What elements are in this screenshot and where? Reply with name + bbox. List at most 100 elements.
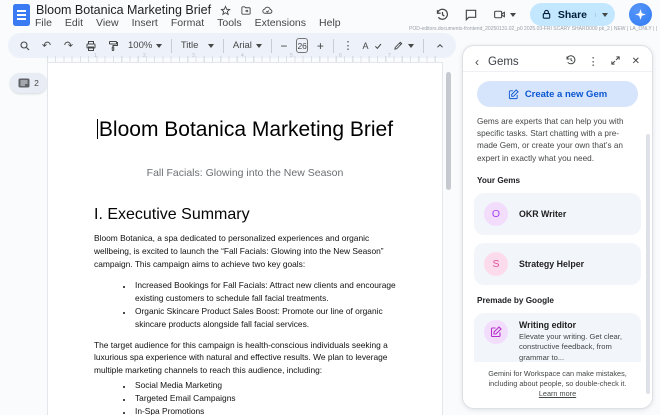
gems-panel-title: Gems [488,56,565,68]
menu-item-tools[interactable]: Tools [217,17,242,29]
gems-more-options-icon[interactable]: ⋮ [588,55,599,68]
increase-font-size-button[interactable]: + [317,40,324,52]
writing-editor-icon [484,320,508,344]
chevron-down-icon [408,44,414,48]
menu-item-help[interactable]: Help [319,17,341,29]
chevron-down-icon [156,44,162,48]
strategy-helper-avatar: S [484,252,508,276]
tab-count: 2 [34,78,39,88]
hide-menus-icon[interactable] [433,41,446,51]
search-icon[interactable] [18,40,31,52]
comment-icon[interactable] [464,8,478,22]
tabs-outline-button[interactable]: 2 [10,73,47,93]
google-docs-app: Bloom Botanica Marketing Brief File Edit… [0,0,660,415]
lock-icon [541,9,552,20]
channels-list: Social Media Marketing Targeted Email Ca… [94,379,396,415]
create-new-gem-button[interactable]: Create a new Gem [477,81,638,107]
font-family-select[interactable]: Arial [233,40,262,51]
more-toolbar-options-icon[interactable]: ⋮ [342,39,353,52]
document-scrollbar[interactable] [446,72,451,190]
gem-item-strategy-helper[interactable]: S Strategy Helper [474,243,641,285]
list-item: Increased Bookings for Fall Facials: Att… [133,279,396,305]
gem-item-okr-writer[interactable]: O OKR Writer [474,193,641,235]
chevron-down-icon [208,44,214,48]
gemini-disclaimer: Gemini for Workspace can make mistakes, … [463,362,652,408]
document-page[interactable]: Bloom Botanica Marketing Brief Fall Faci… [47,62,443,415]
video-call-icon[interactable] [492,8,516,21]
text-cursor [97,119,98,139]
share-button-label: Share [558,9,587,21]
list-item: In-Spa Promotions [133,405,396,415]
ruler-mark: 4 [241,53,244,59]
paragraph-style-select[interactable]: Title [181,40,214,51]
panel-scrollbar[interactable] [646,134,650,394]
spellcheck-check-icon [371,42,384,50]
zoom-select[interactable]: 100% [128,40,162,51]
version-history-icon[interactable] [435,7,450,22]
premade-by-google-label: Premade by Google [477,296,638,305]
decrease-font-size-button[interactable]: − [280,40,287,52]
expand-panel-icon[interactable] [610,53,621,71]
cloud-status-icon[interactable] [261,5,274,16]
editing-mode-select[interactable] [393,40,414,51]
titlebar: Bloom Botanica Marketing Brief File Edit… [0,0,660,31]
okr-writer-avatar: O [484,202,508,226]
create-gem-icon [508,89,519,100]
gem-name: Writing editor [519,320,631,330]
gems-description: Gems are experts that can help you with … [477,116,638,165]
ruler-mark: 2 [143,53,146,59]
menu-item-edit[interactable]: Edit [65,17,83,29]
ruler-mark: 3 [192,53,195,59]
menu-item-view[interactable]: View [96,17,119,29]
gem-name: OKR Writer [519,209,566,219]
paragraph: The target audience for this campaign is… [94,339,396,377]
share-dropdown[interactable] [595,13,609,17]
ruler-mark: 7 [388,53,391,59]
back-chevron-icon[interactable]: ‹ [475,56,479,68]
paragraph: Bloom Botanica, a spa dedicated to perso… [94,232,396,270]
gemini-spark-icon [634,8,647,21]
document-title-field[interactable]: Bloom Botanica Marketing Brief [36,3,211,17]
menubar: File Edit View Insert Format Tools Exten… [35,17,341,29]
gem-name: Strategy Helper [519,259,584,269]
ruler-mark: 1 [94,53,97,59]
paint-format-icon[interactable] [106,40,119,52]
learn-more-link[interactable]: Learn more [539,389,576,398]
disclaimer-text: Gemini for Workspace can make mistakes, … [488,369,627,388]
video-call-dropdown-icon[interactable] [510,13,516,17]
close-panel-icon[interactable]: ✕ [632,56,640,67]
menu-item-extensions[interactable]: Extensions [255,17,306,29]
style-value: Title [181,40,199,51]
gemini-button[interactable] [629,3,652,26]
docs-logo-icon[interactable] [13,4,30,26]
ruler-mark: 5 [290,53,293,59]
gem-history-icon[interactable] [565,53,577,71]
share-button[interactable]: Share [530,3,615,26]
gems-header: ‹ Gems ⋮ ✕ [463,46,652,72]
move-folder-icon[interactable] [240,5,252,16]
goals-list: Increased Bookings for Fall Facials: Att… [94,279,396,330]
pen-icon [393,40,404,51]
list-item: Targeted Email Campaigns [133,392,396,405]
your-gems-label: Your Gems [477,176,638,185]
build-debug-text: POD-editors.documents-frontend_20250131.… [409,26,657,32]
doc-title: Bloom Botanica Marketing Brief [94,118,396,142]
font-size-input[interactable]: 26 [296,38,307,53]
font-value: Arial [233,40,252,51]
gem-description: Elevate your writing. Get clear, constru… [519,332,631,363]
redo-icon[interactable]: ↷ [62,39,75,52]
list-item: Organic Skincare Product Sales Boost: Pr… [133,305,396,331]
print-icon[interactable] [84,40,97,52]
spellcheck-icon[interactable]: A [362,41,368,51]
create-gem-label: Create a new Gem [525,89,607,100]
document-tabs-icon [18,78,30,88]
gems-sidebar: ‹ Gems ⋮ ✕ Create a new Gem Gems are exp… [462,45,653,409]
ruler-mark: 6 [339,53,342,59]
menu-item-file[interactable]: File [35,17,52,29]
doc-subtitle: Fall Facials: Glowing into the New Seaso… [94,167,396,179]
menu-item-insert[interactable]: Insert [132,17,158,29]
menu-item-format[interactable]: Format [171,17,204,29]
zoom-value: 100% [128,40,152,51]
star-icon[interactable] [220,5,231,16]
undo-icon[interactable]: ↶ [40,39,53,52]
